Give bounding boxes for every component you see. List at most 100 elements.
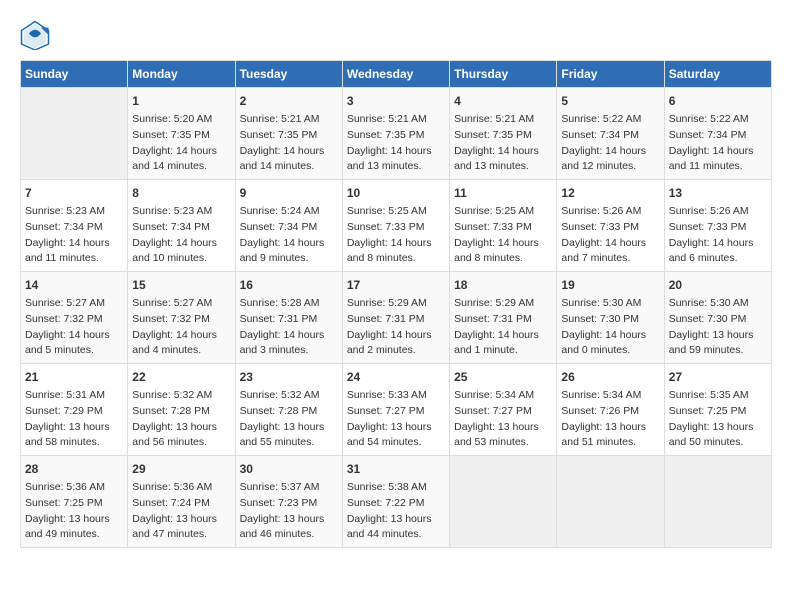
calendar-cell: 23 Sunrise: 5:32 AMSunset: 7:28 PMDayligh… — [235, 364, 342, 456]
calendar-cell: 12Sunrise: 5:26 AMSunset: 7:33 PMDayligh… — [557, 180, 664, 272]
day-number: 25 — [454, 368, 552, 386]
calendar-cell: 26 Sunrise: 5:34 AMSunset: 7:26 PMDayligh… — [557, 364, 664, 456]
day-info: Sunrise: 5:36 AMSunset: 7:24 PMDaylight:… — [132, 480, 230, 543]
calendar-week-row: 7 Sunrise: 5:23 AMSunset: 7:34 PMDaylight… — [21, 180, 772, 272]
day-info: Sunrise: 5:21 AMSunset: 7:35 PMDaylight:… — [454, 112, 552, 175]
day-info: Sunrise: 5:22 AMSunset: 7:34 PMDaylight:… — [561, 112, 659, 175]
calendar-cell: 24 Sunrise: 5:33 AMSunset: 7:27 PMDayligh… — [342, 364, 449, 456]
calendar-cell: 4 Sunrise: 5:21 AMSunset: 7:35 PMDaylight… — [450, 88, 557, 180]
calendar-cell: 20 Sunrise: 5:30 AMSunset: 7:30 PMDayligh… — [664, 272, 771, 364]
calendar-cell: 8 Sunrise: 5:23 AMSunset: 7:34 PMDaylight… — [128, 180, 235, 272]
calendar-cell: 31 Sunrise: 5:38 AMSunset: 7:22 PMDayligh… — [342, 456, 449, 548]
day-number: 6 — [669, 92, 767, 110]
calendar-table: SundayMondayTuesdayWednesdayThursdayFrid… — [20, 60, 772, 548]
day-info: Sunrise: 5:31 AMSunset: 7:29 PMDaylight:… — [25, 388, 123, 451]
column-header-friday: Friday — [557, 61, 664, 88]
day-info: Sunrise: 5:36 AMSunset: 7:25 PMDaylight:… — [25, 480, 123, 543]
calendar-cell: 15 Sunrise: 5:27 AMSunset: 7:32 PMDayligh… — [128, 272, 235, 364]
calendar-cell: 21 Sunrise: 5:31 AMSunset: 7:29 PMDayligh… — [21, 364, 128, 456]
day-number: 2 — [240, 92, 338, 110]
day-info: Sunrise: 5:29 AMSunset: 7:31 PMDaylight:… — [454, 296, 552, 359]
calendar-header-row: SundayMondayTuesdayWednesdayThursdayFrid… — [21, 61, 772, 88]
calendar-cell: 29 Sunrise: 5:36 AMSunset: 7:24 PMDayligh… — [128, 456, 235, 548]
page-header — [20, 20, 772, 50]
calendar-cell: 27Sunrise: 5:35 AMSunset: 7:25 PMDayligh… — [664, 364, 771, 456]
day-info: Sunrise: 5:37 AMSunset: 7:23 PMDaylight:… — [240, 480, 338, 543]
day-number: 17 — [347, 276, 445, 294]
logo-icon — [20, 20, 50, 50]
day-info: Sunrise: 5:26 AMSunset: 7:33 PMDaylight:… — [669, 204, 767, 267]
calendar-cell: 3Sunrise: 5:21 AMSunset: 7:35 PMDaylight… — [342, 88, 449, 180]
calendar-week-row: 21 Sunrise: 5:31 AMSunset: 7:29 PMDayligh… — [21, 364, 772, 456]
day-info: Sunrise: 5:38 AMSunset: 7:22 PMDaylight:… — [347, 480, 445, 543]
day-number: 4 — [454, 92, 552, 110]
column-header-monday: Monday — [128, 61, 235, 88]
calendar-cell: 2Sunrise: 5:21 AMSunset: 7:35 PMDaylight… — [235, 88, 342, 180]
logo — [20, 20, 52, 50]
calendar-week-row: 1 Sunrise: 5:20 AMSunset: 7:35 PMDaylight… — [21, 88, 772, 180]
day-info: Sunrise: 5:25 AMSunset: 7:33 PMDaylight:… — [454, 204, 552, 267]
day-number: 13 — [669, 184, 767, 202]
day-info: Sunrise: 5:23 AMSunset: 7:34 PMDaylight:… — [25, 204, 123, 267]
day-number: 31 — [347, 460, 445, 478]
day-info: Sunrise: 5:30 AMSunset: 7:30 PMDaylight:… — [561, 296, 659, 359]
day-info: Sunrise: 5:32 AMSunset: 7:28 PMDaylight:… — [240, 388, 338, 451]
calendar-cell: 5Sunrise: 5:22 AMSunset: 7:34 PMDaylight… — [557, 88, 664, 180]
column-header-wednesday: Wednesday — [342, 61, 449, 88]
day-number: 15 — [132, 276, 230, 294]
day-number: 26 — [561, 368, 659, 386]
day-number: 20 — [669, 276, 767, 294]
day-number: 1 — [132, 92, 230, 110]
day-number: 24 — [347, 368, 445, 386]
day-info: Sunrise: 5:30 AMSunset: 7:30 PMDaylight:… — [669, 296, 767, 359]
calendar-cell: 30 Sunrise: 5:37 AMSunset: 7:23 PMDayligh… — [235, 456, 342, 548]
calendar-cell: 10 Sunrise: 5:25 AMSunset: 7:33 PMDayligh… — [342, 180, 449, 272]
day-number: 28 — [25, 460, 123, 478]
calendar-cell: 7 Sunrise: 5:23 AMSunset: 7:34 PMDaylight… — [21, 180, 128, 272]
day-info: Sunrise: 5:23 AMSunset: 7:34 PMDaylight:… — [132, 204, 230, 267]
day-number: 7 — [25, 184, 123, 202]
calendar-cell: 19 Sunrise: 5:30 AMSunset: 7:30 PMDayligh… — [557, 272, 664, 364]
calendar-cell — [450, 456, 557, 548]
day-info: Sunrise: 5:33 AMSunset: 7:27 PMDaylight:… — [347, 388, 445, 451]
column-header-saturday: Saturday — [664, 61, 771, 88]
day-number: 10 — [347, 184, 445, 202]
day-info: Sunrise: 5:21 AMSunset: 7:35 PMDaylight:… — [347, 112, 445, 175]
calendar-cell: 6Sunrise: 5:22 AMSunset: 7:34 PMDaylight… — [664, 88, 771, 180]
column-header-sunday: Sunday — [21, 61, 128, 88]
day-info: Sunrise: 5:27 AMSunset: 7:32 PMDaylight:… — [132, 296, 230, 359]
calendar-week-row: 14 Sunrise: 5:27 AMSunset: 7:32 PMDayligh… — [21, 272, 772, 364]
day-number: 12 — [561, 184, 659, 202]
day-number: 29 — [132, 460, 230, 478]
calendar-cell: 22 Sunrise: 5:32 AMSunset: 7:28 PMDayligh… — [128, 364, 235, 456]
day-number: 22 — [132, 368, 230, 386]
calendar-cell: 28 Sunrise: 5:36 AMSunset: 7:25 PMDayligh… — [21, 456, 128, 548]
calendar-cell: 18 Sunrise: 5:29 AMSunset: 7:31 PMDayligh… — [450, 272, 557, 364]
calendar-cell: 14Sunrise: 5:27 AMSunset: 7:32 PMDayligh… — [21, 272, 128, 364]
calendar-cell: 1 Sunrise: 5:20 AMSunset: 7:35 PMDaylight… — [128, 88, 235, 180]
calendar-cell — [664, 456, 771, 548]
day-number: 18 — [454, 276, 552, 294]
day-info: Sunrise: 5:20 AMSunset: 7:35 PMDaylight:… — [132, 112, 230, 175]
day-number: 8 — [132, 184, 230, 202]
day-info: Sunrise: 5:34 AMSunset: 7:26 PMDaylight:… — [561, 388, 659, 451]
column-header-tuesday: Tuesday — [235, 61, 342, 88]
day-number: 30 — [240, 460, 338, 478]
calendar-week-row: 28 Sunrise: 5:36 AMSunset: 7:25 PMDayligh… — [21, 456, 772, 548]
calendar-cell: 13 Sunrise: 5:26 AMSunset: 7:33 PMDayligh… — [664, 180, 771, 272]
day-info: Sunrise: 5:25 AMSunset: 7:33 PMDaylight:… — [347, 204, 445, 267]
column-header-thursday: Thursday — [450, 61, 557, 88]
day-number: 23 — [240, 368, 338, 386]
day-number: 21 — [25, 368, 123, 386]
day-info: Sunrise: 5:24 AMSunset: 7:34 PMDaylight:… — [240, 204, 338, 267]
day-number: 14 — [25, 276, 123, 294]
calendar-cell: 9Sunrise: 5:24 AMSunset: 7:34 PMDaylight… — [235, 180, 342, 272]
day-number: 19 — [561, 276, 659, 294]
calendar-cell: 25 Sunrise: 5:34 AMSunset: 7:27 PMDayligh… — [450, 364, 557, 456]
calendar-cell: 17Sunrise: 5:29 AMSunset: 7:31 PMDayligh… — [342, 272, 449, 364]
day-info: Sunrise: 5:35 AMSunset: 7:25 PMDaylight:… — [669, 388, 767, 451]
day-info: Sunrise: 5:34 AMSunset: 7:27 PMDaylight:… — [454, 388, 552, 451]
day-info: Sunrise: 5:32 AMSunset: 7:28 PMDaylight:… — [132, 388, 230, 451]
calendar-cell: 11Sunrise: 5:25 AMSunset: 7:33 PMDayligh… — [450, 180, 557, 272]
calendar-cell — [557, 456, 664, 548]
